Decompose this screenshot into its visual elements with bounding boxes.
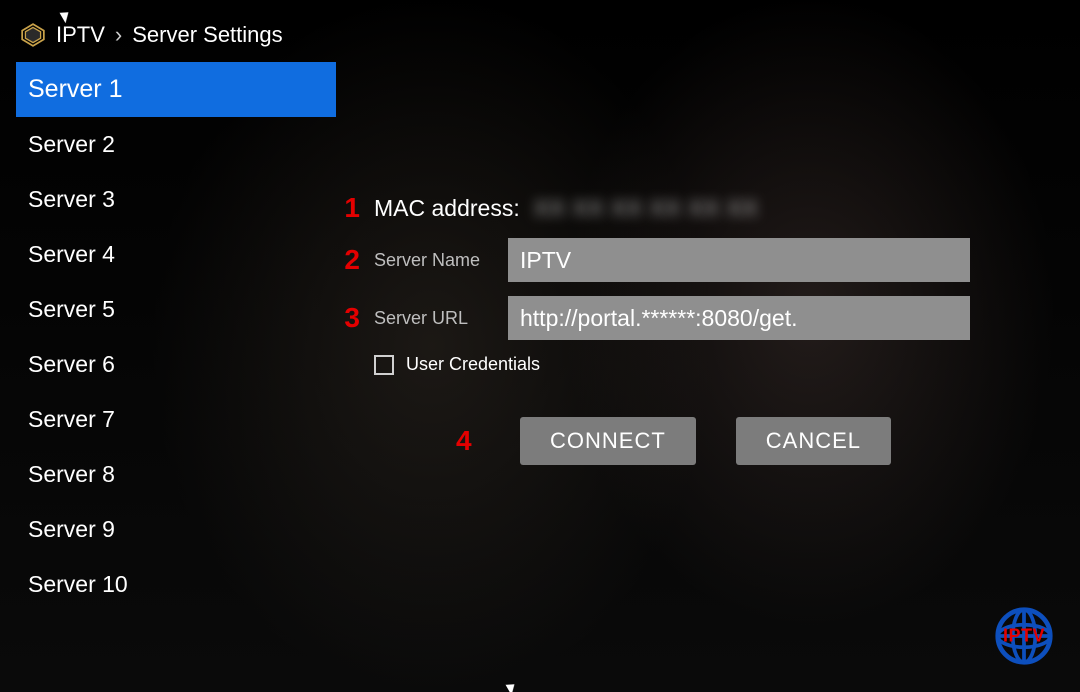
cursor-icon <box>506 681 519 692</box>
cancel-button[interactable]: CANCEL <box>736 417 891 465</box>
sidebar-item-label: Server 3 <box>28 186 115 212</box>
sidebar-item-label: Server 4 <box>28 241 115 267</box>
server-url-row: 3 Server URL http://portal.******:8080/g… <box>336 296 970 340</box>
sidebar-item-server-4[interactable]: Server 4 <box>16 227 336 282</box>
server-url-value: http://portal.******:8080/get. <box>520 305 797 332</box>
server-url-label: Server URL <box>374 308 494 329</box>
server-name-row: 2 Server Name IPTV <box>336 238 970 282</box>
watermark-text: IPTV <box>1003 626 1045 647</box>
server-settings-panel: 1 MAC address: XX XX XX XX XX XX 2 Serve… <box>336 62 1080 612</box>
sidebar-item-label: Server 2 <box>28 131 115 157</box>
sidebar-item-label: Server 5 <box>28 296 115 322</box>
iptv-watermark-icon: IPTV <box>988 600 1060 672</box>
sidebar-item-label: Server 8 <box>28 461 115 487</box>
sidebar-item-server-9[interactable]: Server 9 <box>16 502 336 557</box>
sidebar-item-label: Server 7 <box>28 406 115 432</box>
sidebar-item-server-3[interactable]: Server 3 <box>16 172 336 227</box>
breadcrumb-page: Server Settings <box>132 22 282 48</box>
app-logo-icon <box>20 22 46 48</box>
sidebar-item-server-5[interactable]: Server 5 <box>16 282 336 337</box>
server-url-input[interactable]: http://portal.******:8080/get. <box>508 296 970 340</box>
mac-address-label: MAC address: <box>374 195 520 222</box>
sidebar-item-server-10[interactable]: Server 10 <box>16 557 336 612</box>
annotation-1: 1 <box>336 192 360 224</box>
mac-address-row: 1 MAC address: XX XX XX XX XX XX <box>336 192 970 224</box>
button-row: 4 CONNECT CANCEL <box>336 417 970 465</box>
breadcrumb-app[interactable]: IPTV <box>56 22 105 48</box>
mac-address-value: XX XX XX XX XX XX <box>534 195 759 222</box>
sidebar-item-server-6[interactable]: Server 6 <box>16 337 336 392</box>
server-name-input[interactable]: IPTV <box>508 238 970 282</box>
breadcrumb: IPTV › Server Settings <box>0 0 1080 62</box>
server-list: Server 1 Server 2 Server 3 Server 4 Serv… <box>16 62 336 612</box>
connect-button-label: CONNECT <box>550 428 666 454</box>
cancel-button-label: CANCEL <box>766 428 861 454</box>
sidebar-item-server-2[interactable]: Server 2 <box>16 117 336 172</box>
sidebar-item-label: Server 6 <box>28 351 115 377</box>
user-credentials-checkbox[interactable] <box>374 355 394 375</box>
chevron-right-icon: › <box>115 22 122 48</box>
sidebar-item-label: Server 1 <box>28 75 122 103</box>
annotation-2: 2 <box>336 244 360 276</box>
user-credentials-label: User Credentials <box>406 354 540 375</box>
sidebar-item-label: Server 9 <box>28 516 115 542</box>
sidebar-item-server-7[interactable]: Server 7 <box>16 392 336 447</box>
server-name-label: Server Name <box>374 250 494 271</box>
connect-button[interactable]: CONNECT <box>520 417 696 465</box>
sidebar-item-label: Server 10 <box>28 571 128 597</box>
annotation-3: 3 <box>336 302 360 334</box>
user-credentials-row[interactable]: User Credentials <box>374 354 970 375</box>
sidebar-item-server-8[interactable]: Server 8 <box>16 447 336 502</box>
annotation-4: 4 <box>456 425 480 457</box>
server-name-value: IPTV <box>520 247 571 274</box>
sidebar-item-server-1[interactable]: Server 1 <box>16 62 336 117</box>
